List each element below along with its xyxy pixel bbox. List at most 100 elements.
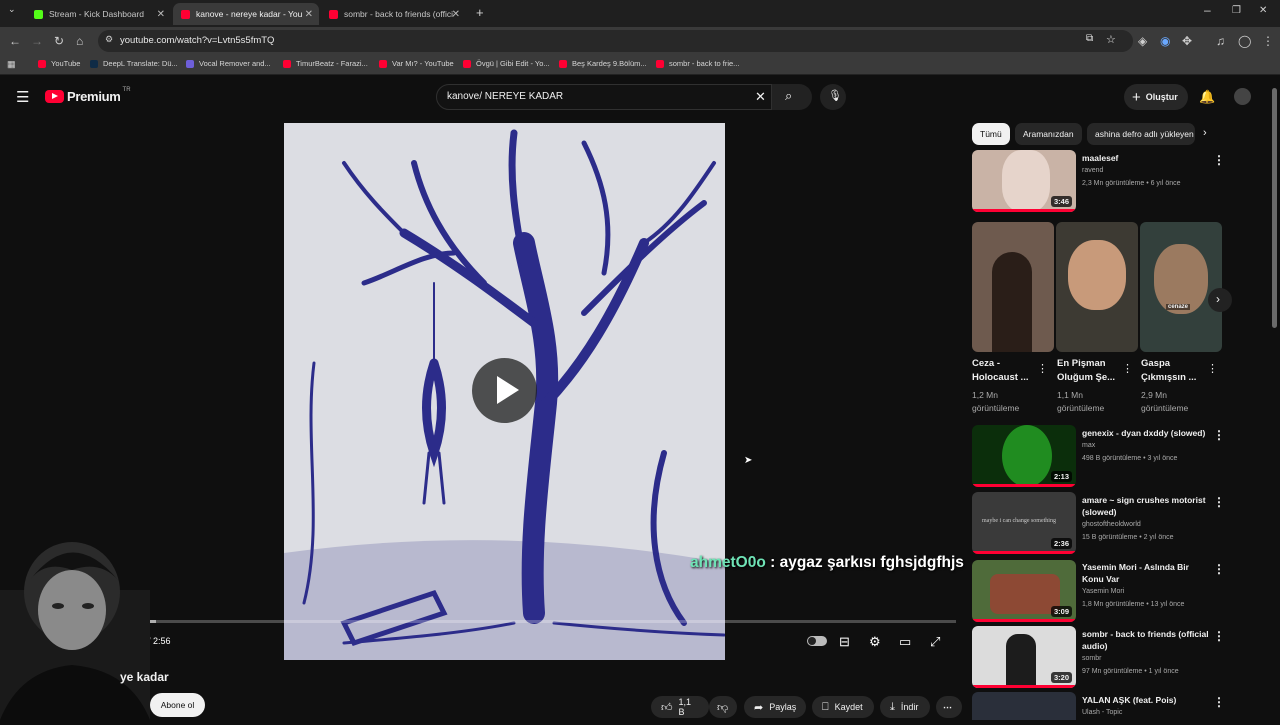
maximize-icon[interactable]: ❐ [1232, 5, 1241, 16]
download-button[interactable]: ⤓ İndir [880, 696, 930, 718]
settings-gear-icon[interactable]: ⚙ [869, 634, 881, 650]
bookmark-vocal-remover[interactable]: Vocal Remover and... [186, 59, 271, 68]
chip-from-search[interactable]: Aramanızdan [1015, 123, 1082, 145]
channel-name[interactable]: ghostoftheoldworld [1082, 521, 1141, 528]
clear-search-icon[interactable]: ✕ [755, 89, 766, 105]
install-icon[interactable]: ⧉ [1086, 33, 1093, 44]
channel-name[interactable]: Yasemin Mori [1082, 588, 1124, 595]
short-title[interactable]: Gaspa Çıkmışsın ... [1141, 357, 1209, 385]
thumbnail[interactable]: maybe i can change something 2:36 [972, 492, 1076, 554]
create-button[interactable]: + Oluştur [1124, 84, 1188, 110]
extension-audio-icon[interactable]: ◉ [1160, 34, 1170, 48]
chip-all[interactable]: Tümü [972, 123, 1010, 145]
more-options-icon[interactable]: ⋮ [1122, 362, 1133, 375]
more-options-icon[interactable]: ⋮ [1213, 428, 1225, 442]
close-tab-icon[interactable]: ✕ [305, 9, 313, 20]
notifications-bell-icon[interactable]: 🔔 [1199, 89, 1215, 105]
microphone-icon: 🎙 [828, 90, 842, 102]
more-options-icon[interactable]: ⋮ [1213, 153, 1225, 167]
search-input[interactable]: kanove/ NEREYE KADAR ✕ [436, 84, 772, 110]
minimize-icon[interactable]: – [1204, 3, 1211, 17]
short-thumbnail[interactable] [972, 222, 1054, 352]
browser-tab-sombr[interactable]: sombr - back to friends (official ✕ [321, 3, 466, 25]
subscribe-button[interactable]: Abone ol [150, 693, 205, 717]
video-title[interactable]: genexix - dyan dxddy (slowed) [1082, 427, 1212, 439]
channel-name[interactable]: ravend [1082, 167, 1103, 174]
search-button[interactable]: ⌕ [772, 84, 812, 110]
chip-uploader[interactable]: ashina defro adlı yükleyen [1087, 123, 1195, 145]
reload-icon[interactable]: ↻ [54, 34, 64, 48]
shorts-next-button[interactable]: › [1208, 288, 1232, 312]
more-options-icon[interactable]: ⋮ [1037, 362, 1048, 375]
channel-name[interactable]: max [1082, 442, 1095, 449]
more-options-icon[interactable]: ⋮ [1213, 562, 1225, 576]
more-options-icon[interactable]: ⋮ [1213, 495, 1225, 509]
url-field[interactable]: ⚙ youtube.com/watch?v=Lvtn5s5fmTQ ⧉ ☆ [98, 30, 1133, 52]
profile-icon[interactable]: ◯ [1238, 34, 1251, 48]
more-actions-button[interactable]: ⋯ [936, 696, 962, 718]
browser-tab-youtube-active[interactable]: kanove - nereye kadar - YouTube ✕ [173, 3, 319, 25]
video-title[interactable]: maalesef [1082, 152, 1212, 164]
share-button[interactable]: ➦ Paylaş [744, 696, 806, 718]
more-options-icon[interactable]: ⋮ [1207, 362, 1218, 375]
video-meta: 97 Mn görüntüleme • 1 yıl önce [1082, 668, 1179, 675]
autoplay-toggle[interactable] [807, 636, 827, 646]
fullscreen-icon[interactable]: ⤢ [930, 634, 940, 650]
progress-bar[interactable] [100, 620, 956, 623]
close-tab-icon[interactable]: ✕ [157, 9, 165, 20]
subtitles-icon[interactable]: ⊟ [839, 634, 850, 650]
thumbnail[interactable] [972, 692, 1076, 720]
video-title[interactable]: amare ~ sign crushes motorist (slowed) [1082, 494, 1212, 518]
close-tab-icon[interactable]: ✕ [452, 9, 460, 20]
bookmark-sombr[interactable]: sombr - back to frie... [656, 59, 739, 68]
extension-shield-icon[interactable]: ◈ [1138, 34, 1147, 48]
short-title[interactable]: En Pişman Oluğum Şe... [1057, 357, 1125, 385]
like-button[interactable]: 👍︎ 1,1 B [651, 696, 709, 718]
chips-next-icon[interactable]: › [1203, 127, 1207, 139]
menu-kebab-icon[interactable]: ⋮ [1262, 34, 1274, 48]
play-button[interactable] [472, 358, 537, 423]
bookmark-ovgu[interactable]: Övgü | Gibi Edit - Yo... [463, 59, 550, 68]
download-label: İndir [900, 702, 919, 712]
short-thumbnail[interactable]: cenaze [1140, 222, 1222, 352]
bookmark-youtube[interactable]: YouTube [38, 59, 80, 68]
dislike-button[interactable]: 👎︎ [709, 696, 737, 718]
extensions-puzzle-icon[interactable]: ✥ [1182, 34, 1192, 48]
apps-grid-icon[interactable]: ▦ [7, 59, 16, 70]
video-title[interactable]: YALAN AŞK (feat. Pois) [1082, 694, 1212, 706]
home-icon[interactable]: ⌂ [76, 34, 83, 48]
bookmark-deepl[interactable]: DeepL Translate: Dü... [90, 59, 178, 68]
thumbnail[interactable]: 2:13 [972, 425, 1076, 487]
channel-name[interactable]: Ulash - Topic [1082, 709, 1122, 716]
thumbnail[interactable]: 3:46 [972, 150, 1076, 212]
new-tab-icon[interactable]: + [476, 5, 484, 20]
video-title[interactable]: sombr - back to friends (official audio) [1082, 628, 1212, 652]
media-control-icon[interactable]: ♫ [1216, 34, 1225, 48]
short-title[interactable]: Ceza - Holocaust ... [972, 357, 1040, 385]
thumbnail[interactable]: 3:09 [972, 560, 1076, 622]
hamburger-menu-icon[interactable]: ☰ [16, 88, 29, 106]
bookmark-timurbeatz[interactable]: TimurBeatz - Farazi... [283, 59, 368, 68]
page-scrollbar[interactable] [1272, 88, 1277, 328]
site-info-icon[interactable]: ⚙ [105, 34, 113, 45]
bookmark-star-icon[interactable]: ☆ [1106, 33, 1116, 46]
bookmark-var-mi[interactable]: Var Mı? - YouTube [379, 59, 454, 68]
bookmarks-bar: ▦ YouTube DeepL Translate: Dü... Vocal R… [0, 55, 1280, 75]
browser-tab-kick[interactable]: Stream - Kick Dashboard ✕ [26, 3, 171, 25]
tab-search-icon[interactable]: ⌄ [8, 4, 16, 15]
avatar[interactable] [1234, 88, 1251, 105]
bookmark-bes-kardes[interactable]: Beş Kardeş 9.Bölüm... [559, 59, 647, 68]
back-icon[interactable]: ← [9, 34, 21, 48]
voice-search-button[interactable]: 🎙 [820, 84, 846, 110]
more-options-icon[interactable]: ⋮ [1213, 695, 1225, 709]
youtube-logo[interactable]: Premium TR [45, 87, 131, 104]
thumbnail[interactable]: 3:20 [972, 626, 1076, 688]
forward-icon[interactable]: → [31, 34, 43, 48]
video-title[interactable]: Yasemin Mori - Aslında Bir Konu Var [1082, 561, 1212, 585]
more-options-icon[interactable]: ⋮ [1213, 629, 1225, 643]
save-button[interactable]: ⎕ Kaydet [812, 696, 874, 718]
theater-mode-icon[interactable]: ▭ [899, 634, 911, 650]
close-window-icon[interactable]: ✕ [1259, 5, 1267, 16]
short-thumbnail[interactable] [1056, 222, 1138, 352]
channel-name[interactable]: sombr [1082, 655, 1101, 662]
